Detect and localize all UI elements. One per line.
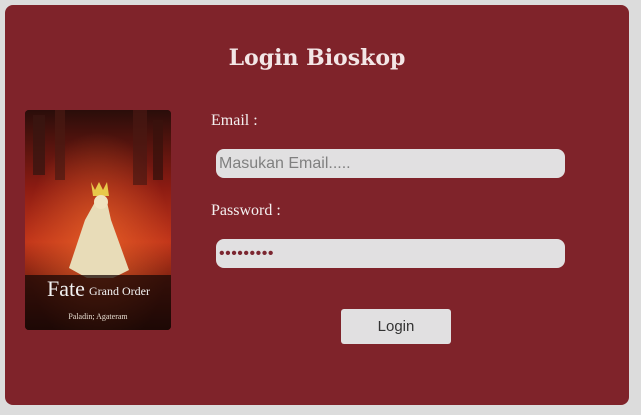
password-label: Password : <box>211 202 281 219</box>
login-card: Login Bioskop Fate Grand Order Paladin; … <box>5 5 629 405</box>
email-field[interactable] <box>216 149 565 178</box>
email-label: Email : <box>211 112 258 129</box>
poster-subtitle: Paladin; Agateram <box>68 312 128 321</box>
page-title: Login Bioskop <box>228 45 406 71</box>
login-button[interactable]: Login <box>341 309 451 344</box>
password-field[interactable]: ••••••••• <box>216 239 565 268</box>
poster-brand-grand-order: Grand Order <box>89 284 150 298</box>
movie-poster: Fate Grand Order Paladin; Agateram <box>25 110 171 330</box>
poster-brand-fate: Fate <box>47 276 85 301</box>
